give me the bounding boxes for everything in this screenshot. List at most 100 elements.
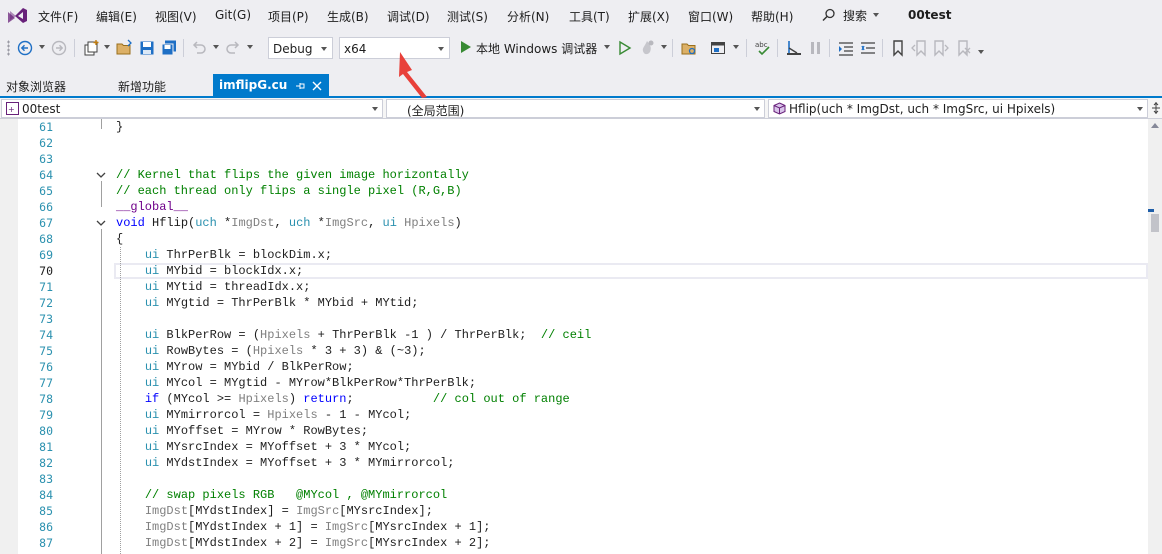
line-number: 68: [39, 232, 53, 246]
code-line[interactable]: 66 __global__: [0, 199, 1148, 215]
save-all-icon[interactable]: [160, 39, 178, 57]
menu-item[interactable]: 测试(S): [447, 8, 488, 25]
new-item-caret-icon[interactable]: [104, 45, 110, 49]
line-number: 79: [39, 408, 53, 422]
menu-item[interactable]: 视图(V): [155, 8, 197, 25]
code-line[interactable]: 80 ui MYoffset = MYrow * RowBytes;: [0, 423, 1148, 439]
solution-explorer-folder-icon[interactable]: [680, 39, 698, 57]
member-select[interactable]: Hflip(uch * ImgDst, uch * ImgSrc, ui Hpi…: [768, 99, 1148, 118]
undo-caret-icon[interactable]: [213, 45, 219, 49]
tab-imflipg-cu[interactable]: imflipG.cu: [213, 74, 329, 96]
menu-item[interactable]: 文件(F): [38, 8, 78, 25]
code-line[interactable]: 74 ui BlkPerRow = (Hpixels + ThrPerBlk -…: [0, 327, 1148, 343]
chevron-down-icon: [754, 107, 760, 111]
back-dropdown-caret-icon[interactable]: [39, 45, 45, 49]
menu-item[interactable]: 工具(T): [569, 8, 610, 25]
tab-whats-new[interactable]: 新增功能: [118, 75, 166, 96]
close-icon[interactable]: [312, 81, 322, 91]
step-into-icon[interactable]: [785, 39, 803, 57]
tab-object-browser[interactable]: 对象浏览器: [6, 75, 66, 96]
indent-icon[interactable]: [837, 39, 855, 57]
toolbar-overflow-caret-icon[interactable]: [978, 50, 984, 54]
code-line[interactable]: 77 ui MYcol = MYgtid - MYrow*BlkPerRow*T…: [0, 375, 1148, 391]
chevron-down-icon: [1137, 107, 1143, 111]
collapse-chevron-icon[interactable]: [95, 169, 107, 181]
split-view-icon[interactable]: [1150, 102, 1162, 114]
scope-select[interactable]: (全局范围): [386, 99, 765, 118]
code-line[interactable]: 61}: [0, 119, 1148, 135]
start-debugging-button[interactable]: 本地 Windows 调试器: [476, 40, 597, 57]
code-line[interactable]: 73: [0, 311, 1148, 327]
pin-icon[interactable]: [295, 81, 305, 91]
next-bookmark-icon[interactable]: [932, 39, 950, 57]
code-line[interactable]: 72 ui MYgtid = ThrPerBlk * MYbid + MYtid…: [0, 295, 1148, 311]
menu-item[interactable]: 项目(P): [268, 8, 309, 25]
code-line[interactable]: 75 ui RowBytes = (Hpixels * 3 + 3) & (~3…: [0, 343, 1148, 359]
code-line[interactable]: 68 {: [0, 231, 1148, 247]
menu-item[interactable]: 窗口(W): [688, 8, 733, 25]
code-line[interactable]: 62: [0, 135, 1148, 151]
start-without-debugging-icon[interactable]: [616, 39, 634, 57]
debug-target-caret-icon[interactable]: [604, 45, 610, 49]
code-line[interactable]: 71 ui MYtid = threadIdx.x;: [0, 279, 1148, 295]
code-text: ui MYgtid = ThrPerBlk * MYbid + MYtid;: [144, 296, 419, 310]
code-line[interactable]: 85 ImgDst[MYdstIndex] = ImgSrc[MYsrcInde…: [0, 503, 1148, 519]
scroll-up-arrow-icon[interactable]: [1151, 123, 1159, 128]
code-line[interactable]: 69 ui ThrPerBlk = blockDim.x;: [0, 247, 1148, 263]
toolbar-divider: [672, 39, 673, 57]
project-select[interactable]: + 00test: [1, 99, 383, 118]
pause-thread-icon[interactable]: [807, 39, 825, 57]
comment-lines-icon[interactable]: [859, 39, 877, 57]
window-layout-icon[interactable]: [709, 39, 727, 57]
code-line[interactable]: 83: [0, 471, 1148, 487]
menu-item[interactable]: 调试(D): [387, 8, 430, 25]
previous-bookmark-icon[interactable]: [910, 39, 928, 57]
code-line[interactable]: 79 ui MYmirrorcol = Hpixels - 1 - MYcol;: [0, 407, 1148, 423]
back-navigate-icon[interactable]: [16, 39, 34, 57]
layout-caret-icon[interactable]: [733, 45, 739, 49]
hot-reload-caret-icon[interactable]: [661, 45, 667, 49]
menu-item[interactable]: 编辑(E): [96, 8, 137, 25]
spell-check-icon[interactable]: abc: [754, 39, 772, 57]
clear-bookmarks-icon[interactable]: [954, 39, 972, 57]
new-project-icon[interactable]: [82, 39, 100, 57]
code-line[interactable]: 76 ui MYrow = MYbid / BlkPerRow;: [0, 359, 1148, 375]
redo-icon[interactable]: [224, 39, 242, 57]
code-line[interactable]: 86 ImgDst[MYdstIndex + 1] = ImgSrc[MYsrc…: [0, 519, 1148, 535]
menu-item[interactable]: Git(G): [215, 8, 251, 22]
code-editor[interactable]: 61} 62 63 64// Kernel that flips the given …: [0, 119, 1162, 554]
menu-item[interactable]: 生成(B): [327, 8, 369, 25]
toolbar-divider: [746, 39, 747, 57]
open-file-icon[interactable]: [115, 39, 133, 57]
code-text: ui MYbid = blockIdx.x;: [144, 264, 304, 278]
code-line[interactable]: 63: [0, 151, 1148, 167]
code-line[interactable]: 87 ImgDst[MYdstIndex + 2] = ImgSrc[MYsrc…: [0, 535, 1148, 551]
scrollbar-thumb[interactable]: [1151, 214, 1159, 232]
hot-reload-icon[interactable]: [638, 39, 656, 57]
undo-icon[interactable]: [190, 39, 208, 57]
start-debugging-icon[interactable]: [457, 38, 475, 56]
menu-item[interactable]: 扩展(X): [628, 8, 670, 25]
forward-navigate-icon[interactable]: [50, 39, 68, 57]
code-line[interactable]: 67 void Hflip(uch *ImgDst, uch *ImgSrc, u…: [0, 215, 1148, 231]
code-line[interactable]: 70 ui MYbid = blockIdx.x;: [0, 263, 1148, 279]
platform-select[interactable]: x64: [339, 37, 450, 59]
code-line[interactable]: 82 ui MYdstIndex = MYoffset + 3 * MYmirr…: [0, 455, 1148, 471]
vertical-scrollbar[interactable]: [1148, 119, 1162, 554]
menu-item[interactable]: 分析(N): [507, 8, 549, 25]
code-line[interactable]: 65 // each thread only flips a single pix…: [0, 183, 1148, 199]
code-line[interactable]: 84 // swap pixels RGB @MYcol , @MYmirror…: [0, 487, 1148, 503]
collapse-chevron-icon[interactable]: [95, 217, 107, 229]
configuration-select[interactable]: Debug: [268, 37, 333, 59]
redo-caret-icon[interactable]: [247, 45, 253, 49]
code-line[interactable]: 64 // Kernel that flips the given image h…: [0, 167, 1148, 183]
bookmark-icon[interactable]: [889, 39, 907, 57]
menu-item[interactable]: 帮助(H): [751, 8, 793, 25]
code-text: ui ThrPerBlk = blockDim.x;: [144, 248, 333, 262]
code-line[interactable]: 81 ui MYsrcIndex = MYoffset + 3 * MYcol;: [0, 439, 1148, 455]
visual-studio-logo-icon[interactable]: [6, 6, 28, 25]
save-icon[interactable]: [138, 39, 156, 57]
line-number: 63: [39, 152, 53, 166]
code-line[interactable]: 78 if (MYcol >= Hpixels) return; // col …: [0, 391, 1148, 407]
toolbar-grip[interactable]: [7, 40, 10, 56]
